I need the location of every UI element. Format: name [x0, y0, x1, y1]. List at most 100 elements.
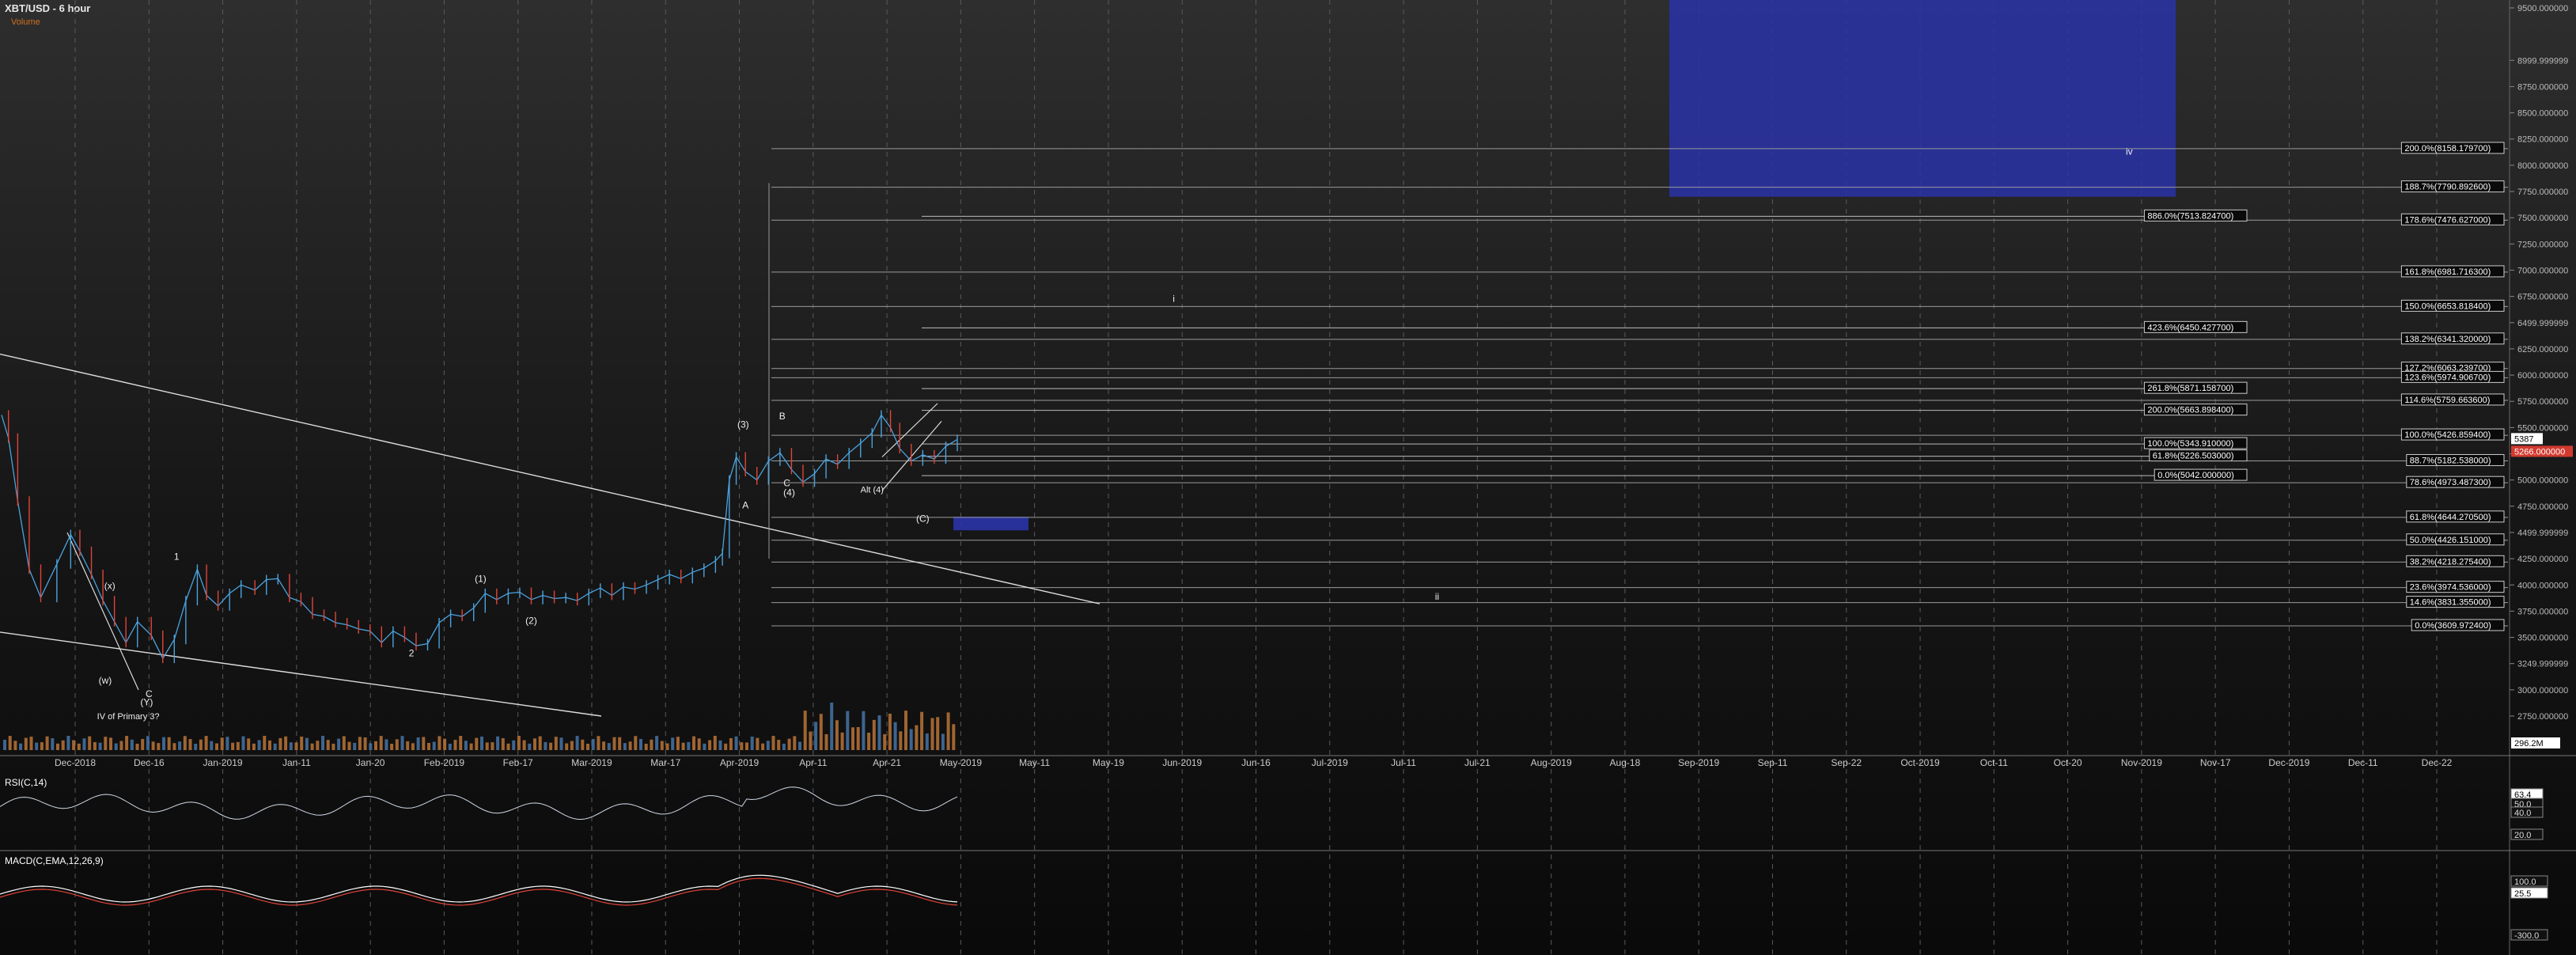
volume-bar	[862, 711, 866, 750]
volume-bar	[310, 743, 314, 750]
date-label: May-11	[1019, 757, 1050, 768]
fib-level-label: 100.0%(5426.859400)	[2404, 430, 2491, 440]
volume-bar	[856, 726, 860, 750]
volume-bar	[899, 731, 903, 750]
volume-bar	[660, 741, 664, 750]
fib-level-label: 188.7%(7790.892600)	[2404, 183, 2491, 192]
volume-bar	[575, 736, 579, 750]
volume-bar	[358, 737, 362, 750]
volume-bar	[713, 736, 717, 750]
volume-bar	[347, 741, 351, 750]
volume-bar	[782, 743, 786, 750]
fib-level-label: 50.0%(4426.151000)	[2410, 536, 2491, 545]
price-tick-label: 3500.000000	[2517, 634, 2568, 643]
price-chart[interactable]: 9500.000000 8999.999999 8750.000000 8500.00…	[0, 0, 2576, 955]
fib-inner-label: 261.8%(5871.158700)	[2147, 384, 2233, 393]
volume-bar	[247, 738, 251, 750]
macd-tick-label: 100.0	[2514, 877, 2536, 887]
volume-bar	[374, 741, 377, 750]
wave-label: Alt (4)	[861, 486, 884, 495]
volume-bar	[135, 743, 139, 750]
volume-bar	[559, 737, 563, 750]
wave-label: 2	[409, 647, 415, 658]
volume-bar	[724, 743, 728, 750]
fib-level-label: 200.0%(8158.179700)	[2404, 144, 2491, 153]
date-label: Oct-2019	[1900, 757, 1940, 768]
volume-bar	[930, 718, 934, 750]
volume-bar	[872, 719, 876, 750]
volume-bar	[909, 729, 913, 750]
volume-bar	[607, 743, 611, 750]
volume-bar	[300, 736, 304, 750]
price-tick-label: 9500.000000	[2517, 4, 2568, 13]
volume-bar	[644, 743, 648, 750]
wave-label: (1)	[475, 573, 487, 584]
wave-label: IV of Primary 3?	[97, 712, 160, 722]
volume-bar	[469, 743, 473, 750]
volume-bar	[130, 739, 134, 750]
date-label: Oct-20	[2054, 757, 2082, 768]
volume-bar	[353, 742, 357, 750]
volume-bar	[443, 738, 447, 750]
volume-bar	[946, 712, 950, 750]
volume-bar	[8, 736, 12, 750]
wave-label: ii	[1435, 591, 1439, 602]
fib-inner-label: 423.6%(6450.427700)	[2147, 323, 2233, 332]
price-tick-label: 4250.000000	[2517, 555, 2568, 564]
volume-bar	[819, 714, 823, 750]
volume-bar	[278, 737, 282, 750]
volume-bar	[210, 741, 214, 750]
volume-bar	[88, 736, 92, 750]
wave-label: (4)	[783, 487, 795, 498]
volume-bar	[284, 736, 288, 750]
wave-label: (2)	[525, 615, 537, 626]
volume-bar	[634, 736, 638, 750]
volume-bar	[681, 742, 685, 750]
volume-bar	[241, 736, 245, 750]
volume-bar	[480, 736, 483, 750]
price-tick-label: 5000.000000	[2517, 476, 2568, 486]
alt-price-label: 5266.000000	[2514, 447, 2565, 457]
volume-bar	[809, 731, 813, 750]
volume-bar	[750, 736, 754, 750]
volume-bar	[305, 737, 309, 750]
volume-bar	[623, 743, 627, 750]
date-label: Jun-2019	[1162, 757, 1202, 768]
volume-bar	[777, 740, 781, 750]
volume-bar	[141, 738, 145, 750]
wave-label: (3)	[737, 419, 749, 430]
fib-inner-label: 0.0%(5042.000000)	[2157, 471, 2234, 480]
rsi-tick-label: 20.0	[2514, 831, 2531, 840]
volume-bar	[331, 743, 335, 750]
volume-bar	[941, 733, 945, 750]
volume-bar	[824, 733, 828, 750]
wave-label: (w)	[99, 675, 112, 686]
rsi-tick-label: 40.0	[2514, 809, 2531, 818]
fib-level-label: 150.0%(6653.818400)	[2404, 301, 2491, 311]
volume-bar	[718, 740, 722, 750]
volume-bar	[114, 743, 118, 750]
price-tick-label: 4750.000000	[2517, 502, 2568, 512]
wave-label: 1	[174, 551, 180, 562]
date-label: Sep-22	[1831, 757, 1862, 768]
volume-bar	[665, 743, 669, 750]
volume-bar	[231, 742, 235, 750]
volume-bar	[787, 738, 791, 750]
price-tick-label: 4499.999999	[2517, 529, 2568, 538]
volume-bar	[528, 743, 532, 750]
price-tick-label: 7750.000000	[2517, 188, 2568, 197]
volume-bar	[687, 741, 691, 750]
date-label: Mar-2019	[571, 757, 612, 768]
volume-bar	[708, 740, 712, 750]
volume-bar	[703, 743, 707, 750]
rsi-title: RSI(C,14)	[5, 777, 47, 788]
date-label: Aug-18	[1610, 757, 1641, 768]
volume-bar	[183, 736, 187, 750]
volume-bar	[29, 737, 33, 750]
volume-bar	[586, 743, 589, 750]
volume-bar	[448, 743, 452, 750]
price-tick-label: 6250.000000	[2517, 345, 2568, 354]
volume-bar	[570, 741, 574, 750]
price-tick-label: 3750.000000	[2517, 607, 2568, 616]
date-label: Dec-22	[2422, 757, 2453, 768]
